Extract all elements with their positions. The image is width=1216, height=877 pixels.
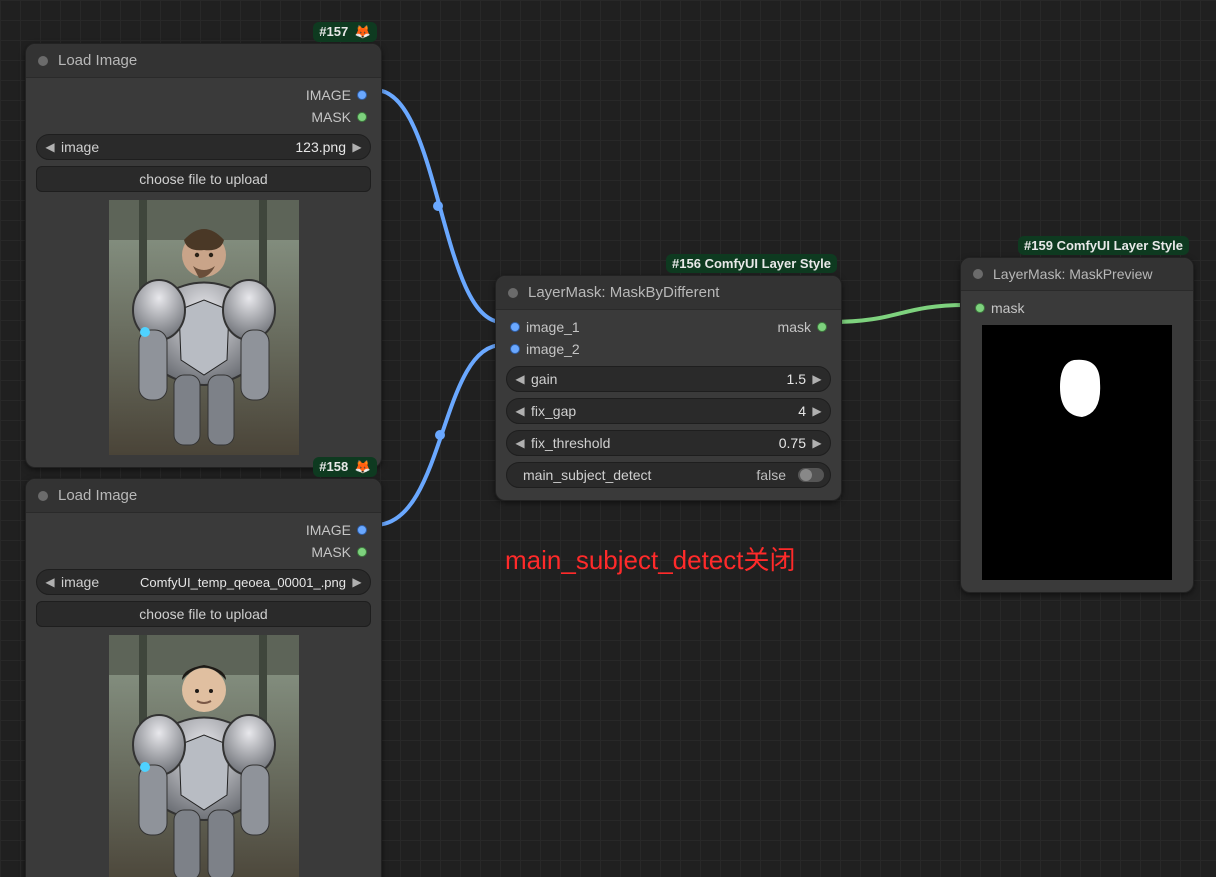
loaded-image-preview xyxy=(109,635,299,877)
node-titlebar[interactable]: LayerMask: MaskByDifferent xyxy=(496,276,841,310)
node-id: #157 xyxy=(319,24,348,39)
node-badge: #158 🦊 xyxy=(313,457,377,477)
port-image-out[interactable] xyxy=(357,90,367,100)
mask-preview-image xyxy=(982,325,1172,580)
output-row-mask: MASK xyxy=(36,541,371,563)
chevron-left-icon[interactable]: ◀ xyxy=(513,404,527,418)
chevron-right-icon[interactable]: ▶ xyxy=(810,372,824,386)
node-mask-by-different[interactable]: #156 ComfyUI Layer Style LayerMask: Mask… xyxy=(495,275,842,501)
fix-threshold-widget[interactable]: ◀ fix_threshold 0.75 ▶ xyxy=(506,430,831,456)
node-titlebar[interactable]: Load Image xyxy=(26,44,381,78)
choose-file-button[interactable]: choose file to upload xyxy=(36,166,371,192)
node-title: Load Image xyxy=(58,52,137,69)
chevron-right-icon[interactable]: ▶ xyxy=(350,575,364,589)
collapse-toggle-icon[interactable] xyxy=(38,56,48,66)
chevron-right-icon[interactable]: ▶ xyxy=(350,140,364,154)
chevron-right-icon[interactable]: ▶ xyxy=(810,436,824,450)
loaded-image-preview xyxy=(109,200,299,455)
node-load-image-1[interactable]: #157 🦊 Load Image IMAGE MASK ◀ image 123… xyxy=(25,43,382,468)
output-row-image: IMAGE xyxy=(36,519,371,541)
node-id: #158 xyxy=(319,459,348,474)
node-badge: #156 ComfyUI Layer Style xyxy=(666,254,837,273)
node-title: Load Image xyxy=(58,487,137,504)
node-title: LayerMask: MaskPreview xyxy=(993,266,1153,282)
image-combo[interactable]: ◀ image 123.png ▶ xyxy=(36,134,371,160)
port-image1-in[interactable] xyxy=(510,322,520,332)
node-load-image-2[interactable]: #158 🦊 Load Image IMAGE MASK ◀ image Com… xyxy=(25,478,382,877)
fox-icon: 🦊 xyxy=(355,459,371,474)
port-image2-in[interactable] xyxy=(510,344,520,354)
input-row-image2: image_2 xyxy=(506,338,831,360)
port-mask-in[interactable] xyxy=(975,303,985,313)
node-titlebar[interactable]: LayerMask: MaskPreview xyxy=(961,258,1193,291)
node-title: LayerMask: MaskByDifferent xyxy=(528,284,719,301)
input-row-mask: mask xyxy=(971,297,1183,319)
toggle-pill-icon[interactable] xyxy=(798,468,824,482)
chevron-left-icon[interactable]: ◀ xyxy=(513,372,527,386)
chevron-left-icon[interactable]: ◀ xyxy=(43,575,57,589)
chevron-left-icon[interactable]: ◀ xyxy=(513,436,527,450)
chevron-left-icon[interactable]: ◀ xyxy=(43,140,57,154)
main-subject-detect-toggle[interactable]: main_subject_detect false xyxy=(506,462,831,488)
port-mask-out[interactable] xyxy=(817,322,827,332)
node-titlebar[interactable]: Load Image xyxy=(26,479,381,513)
collapse-toggle-icon[interactable] xyxy=(973,269,983,279)
collapse-toggle-icon[interactable] xyxy=(508,288,518,298)
port-mask-out[interactable] xyxy=(357,112,367,122)
image-combo[interactable]: ◀ image ComfyUI_temp_qeoea_00001_.png ▶ xyxy=(36,569,371,595)
port-image-out[interactable] xyxy=(357,525,367,535)
fix-gap-widget[interactable]: ◀ fix_gap 4 ▶ xyxy=(506,398,831,424)
node-id: #159 ComfyUI Layer Style xyxy=(1024,238,1183,253)
fox-icon: 🦊 xyxy=(355,24,371,39)
annotation-text: main_subject_detect关闭 xyxy=(505,540,795,577)
collapse-toggle-icon[interactable] xyxy=(38,491,48,501)
gain-widget[interactable]: ◀ gain 1.5 ▶ xyxy=(506,366,831,392)
node-id: #156 ComfyUI Layer Style xyxy=(672,256,831,271)
output-row-mask: MASK xyxy=(36,106,371,128)
node-mask-preview[interactable]: #159 ComfyUI Layer Style LayerMask: Mask… xyxy=(960,257,1194,593)
node-badge: #157 🦊 xyxy=(313,22,377,42)
port-mask-out[interactable] xyxy=(357,547,367,557)
output-row-image: IMAGE xyxy=(36,84,371,106)
choose-file-button[interactable]: choose file to upload xyxy=(36,601,371,627)
chevron-right-icon[interactable]: ▶ xyxy=(810,404,824,418)
node-badge: #159 ComfyUI Layer Style xyxy=(1018,236,1189,255)
